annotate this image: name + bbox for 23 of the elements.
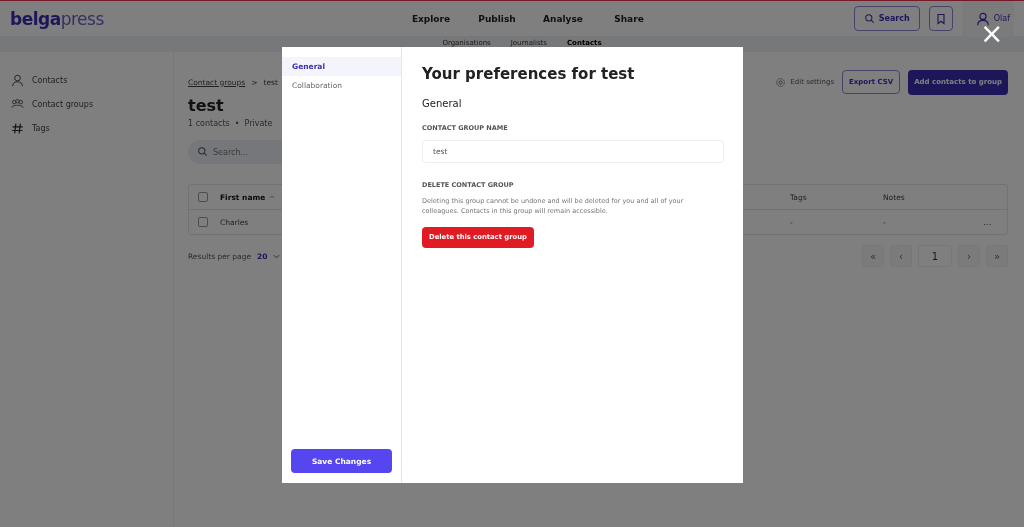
user-name[interactable]: Olaf bbox=[993, 14, 1010, 23]
sidebar-item[interactable]: Contacts bbox=[0, 68, 173, 92]
logo[interactable]: belgapress bbox=[10, 8, 370, 29]
visibility-label: Private bbox=[244, 119, 273, 128]
nav-link[interactable]: Share bbox=[596, 13, 662, 24]
search-button[interactable]: Search bbox=[853, 6, 920, 31]
close-button[interactable]: × bbox=[980, 20, 1004, 48]
pagination-button[interactable]: ‹ bbox=[890, 245, 912, 267]
row-menu-button[interactable]: ... bbox=[983, 217, 1005, 227]
section-heading: General bbox=[422, 98, 463, 109]
nav-link[interactable]: Publish bbox=[464, 13, 530, 24]
pagination-button[interactable]: › bbox=[958, 245, 980, 267]
sidebar-item[interactable]: Contact groups bbox=[0, 92, 173, 116]
contact-count: 1 contacts bbox=[188, 119, 230, 128]
dialog-title: Your preferences for test bbox=[422, 65, 636, 83]
separator-dot: • bbox=[234, 119, 240, 128]
pagination-button[interactable]: « bbox=[862, 245, 884, 267]
page-title: test bbox=[188, 96, 224, 115]
sidebar-item[interactable]: Tags bbox=[0, 116, 173, 140]
pagination-button[interactable]: 1 bbox=[918, 245, 952, 267]
nav-link[interactable]: Explore bbox=[398, 13, 464, 24]
pagination-button[interactable]: » bbox=[986, 245, 1008, 267]
nav-link[interactable]: Analyse bbox=[530, 13, 596, 24]
